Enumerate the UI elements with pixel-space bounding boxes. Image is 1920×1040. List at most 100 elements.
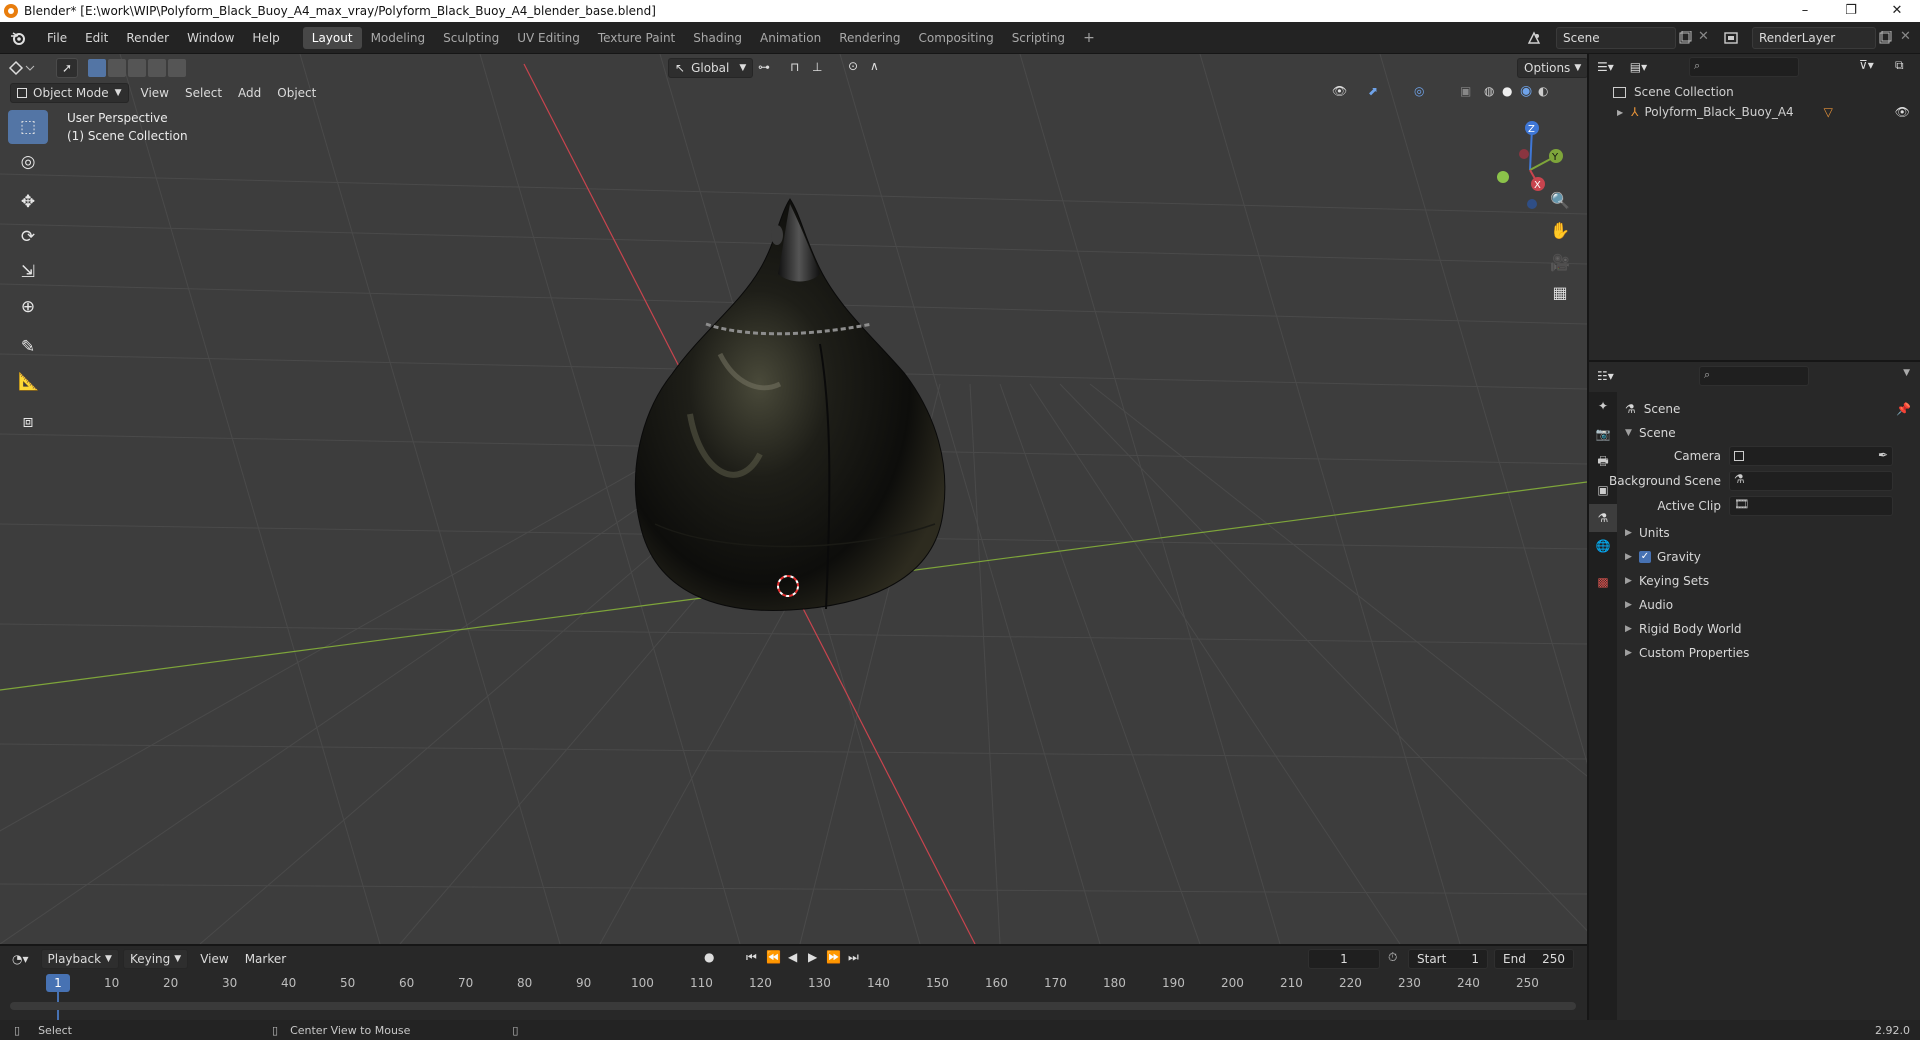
outliner-editor-icon[interactable]: ☰▾ — [1597, 60, 1614, 74]
mode-dropdown[interactable]: Object Mode ▼ — [10, 83, 129, 103]
tab-texture-paint[interactable]: Texture Paint — [589, 27, 684, 49]
xray-toggle-icon[interactable]: ▣ — [1460, 84, 1471, 98]
timeline-ruler[interactable]: 1 10 20 30 40 50 60 70 80 90 100 110 120… — [0, 972, 1587, 1022]
jump-end-icon[interactable]: ⏭ — [848, 950, 859, 965]
play-reverse-icon[interactable]: ◀ — [788, 950, 797, 964]
menu-edit[interactable]: Edit — [76, 31, 117, 45]
tab-uv-editing[interactable]: UV Editing — [508, 27, 589, 49]
tab-animation[interactable]: Animation — [751, 27, 830, 49]
tool-cursor[interactable]: ◎ — [8, 145, 48, 179]
menu-view[interactable]: View — [133, 86, 177, 100]
display-mode-icon[interactable]: ▤▾ — [1630, 60, 1647, 74]
new-view-layer-icon[interactable] — [1878, 31, 1892, 45]
pan-hand-icon[interactable]: ✋ — [1547, 218, 1573, 244]
tab-world[interactable]: 🌐 — [1589, 532, 1617, 560]
editor-type-icon[interactable] — [8, 59, 36, 77]
perspective-toggle-icon[interactable]: ▦ — [1547, 280, 1573, 306]
filter-icon[interactable]: ⊽▾ — [1859, 58, 1874, 72]
tab-scripting[interactable]: Scripting — [1003, 27, 1074, 49]
shading-rendered-icon[interactable]: ◐ — [1538, 84, 1548, 98]
select-new-icon[interactable] — [88, 58, 106, 77]
camera-view-icon[interactable]: 🎥 — [1547, 250, 1573, 276]
delete-view-layer-icon[interactable]: ✕ — [1900, 29, 1911, 44]
menu-select[interactable]: Select — [177, 86, 230, 100]
menu-add[interactable]: Add — [230, 86, 269, 100]
camera-field[interactable]: ✒ — [1729, 446, 1893, 466]
minimize-button[interactable]: – — [1782, 0, 1828, 22]
scene-selector-icon[interactable] — [1526, 30, 1542, 46]
overlay-toggle-icon[interactable]: ◎ — [1414, 84, 1424, 98]
close-button[interactable]: ✕ — [1874, 0, 1920, 22]
menu-render[interactable]: Render — [117, 31, 178, 45]
3d-viewport[interactable]: ➚ ↖ Global ▼ ⊶ ⊓ ⊥ ⊙ ∧ Options ▼ Object … — [0, 54, 1587, 944]
menu-object[interactable]: Object — [269, 86, 324, 100]
gizmo-toggle-icon[interactable]: ⬈ — [1368, 84, 1378, 98]
tool-measure[interactable]: 📐 — [8, 365, 48, 399]
menu-file[interactable]: File — [38, 31, 76, 45]
tool-rotate[interactable]: ⟳ — [8, 220, 48, 254]
chevron-down-icon[interactable]: ▼ — [1903, 368, 1910, 378]
select-intersect-icon[interactable] — [168, 58, 186, 77]
subpanel-keying-sets[interactable]: ▶ Keying Sets — [1625, 570, 1915, 592]
tool-select-box[interactable]: ⬚ — [8, 110, 48, 144]
transform-orientation-dropdown[interactable]: ↖ Global ▼ — [668, 58, 754, 78]
tab-sculpting[interactable]: Sculpting — [434, 27, 508, 49]
play-icon[interactable]: ▶ — [808, 950, 817, 964]
jump-start-icon[interactable]: ⏮ — [746, 950, 757, 965]
tab-tool[interactable]: ✦ — [1589, 392, 1617, 420]
select-extend-icon[interactable] — [108, 58, 126, 77]
select-invert-icon[interactable] — [148, 58, 166, 77]
subpanel-units[interactable]: ▶ Units — [1625, 522, 1915, 544]
tab-texture[interactable]: ▩ — [1589, 568, 1617, 596]
timeline-editor-icon[interactable]: ◔▾ — [12, 952, 29, 966]
tool-move[interactable]: ✥ — [8, 185, 48, 219]
blender-menu-icon[interactable] — [10, 30, 26, 46]
prev-keyframe-icon[interactable]: ⏪ — [766, 950, 781, 964]
scene-name-field[interactable]: Scene — [1556, 27, 1676, 49]
pin-icon[interactable]: 📌 — [1896, 402, 1911, 416]
subpanel-gravity[interactable]: ▶ ✓ Gravity — [1625, 546, 1915, 568]
view-layer-field[interactable]: RenderLayer — [1752, 27, 1876, 49]
preview-range-icon[interactable]: ⏱ — [1388, 950, 1397, 965]
falloff-icon[interactable]: ∧ — [870, 59, 879, 73]
select-tool-button[interactable]: ➚ — [56, 57, 78, 78]
current-frame-field[interactable]: 1 — [1308, 949, 1380, 969]
tab-scene[interactable]: ⚗ — [1589, 504, 1617, 532]
tool-transform[interactable]: ⊕ — [8, 290, 48, 324]
snap-target-icon[interactable]: ⊥ — [812, 60, 822, 74]
options-dropdown[interactable]: Options ▼ — [1517, 58, 1587, 78]
zoom-icon[interactable]: 🔍 — [1547, 188, 1573, 214]
properties-search-input[interactable]: ⌕ — [1699, 366, 1809, 386]
proportional-editing-icon[interactable]: ⊙ — [848, 59, 858, 73]
record-icon[interactable]: ● — [704, 950, 714, 964]
menu-help[interactable]: Help — [243, 31, 288, 45]
playback-dropdown[interactable]: Playback ▼ — [40, 949, 119, 969]
background-scene-field[interactable]: ⚗ — [1729, 471, 1893, 491]
new-scene-icon[interactable] — [1678, 31, 1692, 45]
visibility-filter-icon[interactable]: 👁 — [1332, 84, 1347, 98]
tab-shading[interactable]: Shading — [684, 27, 751, 49]
mesh-data-icon[interactable]: ▽ — [1824, 105, 1833, 119]
timeline-scrollbar[interactable] — [10, 1002, 1576, 1010]
shading-material-icon[interactable]: ◉ — [1520, 83, 1532, 99]
scene-panel-header[interactable]: ▼ Scene — [1625, 422, 1915, 444]
shading-solid-icon[interactable]: ● — [1502, 84, 1512, 98]
keying-dropdown[interactable]: Keying ▼ — [122, 949, 189, 969]
tab-compositing[interactable]: Compositing — [909, 27, 1002, 49]
maximize-button[interactable]: ❐ — [1828, 0, 1874, 22]
timeline-menu-view[interactable]: View — [192, 952, 236, 966]
tab-output[interactable]: 🖶 — [1589, 448, 1617, 476]
shading-wireframe-icon[interactable]: ◍ — [1484, 84, 1494, 98]
delete-scene-icon[interactable]: ✕ — [1698, 29, 1709, 44]
snap-icon[interactable]: ⊓ — [790, 60, 799, 74]
playhead-frame[interactable]: 1 — [46, 974, 70, 992]
tab-layout[interactable]: Layout — [302, 26, 362, 49]
expand-arrow-icon[interactable]: ▶ — [1617, 108, 1623, 117]
scene-collection-row[interactable]: Scene Collection — [1589, 82, 1920, 102]
eyedropper-icon[interactable]: ✒ — [1878, 448, 1888, 462]
subpanel-rigid-body-world[interactable]: ▶ Rigid Body World — [1625, 618, 1915, 640]
pivot-point-icon[interactable]: ⊶ — [758, 60, 770, 74]
subpanel-custom-properties[interactable]: ▶ Custom Properties — [1625, 642, 1915, 664]
tool-add-cube[interactable]: ⧈ — [8, 405, 48, 439]
end-frame-field[interactable]: End 250 — [1494, 949, 1574, 969]
